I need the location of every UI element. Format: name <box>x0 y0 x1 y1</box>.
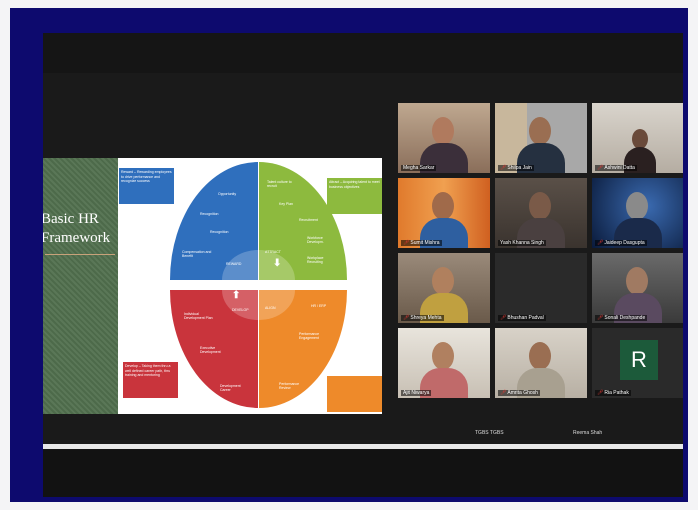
down-arrow-icon: ⬇ <box>273 258 282 269</box>
person-head <box>632 129 648 149</box>
quad-text: Recruitment <box>299 218 318 222</box>
avatar: R <box>620 340 658 380</box>
quad-text: Individual Development Plan <box>184 312 213 320</box>
quad-text: Opportunity <box>218 192 237 196</box>
participant-name: 🎤︎Sumit Mishra <box>401 240 442 246</box>
inner-ring <box>222 250 258 280</box>
quadrant-reward: Opportunity Recognition Recognition Comp… <box>170 162 258 280</box>
quad-text: Performance Review <box>279 382 300 390</box>
participant-name: 🎤︎Sonali Deshpande <box>595 315 648 321</box>
person-head <box>529 192 551 220</box>
bottom-band <box>43 449 683 497</box>
participant-tile[interactable]: 🎤︎Amrita Ghosh <box>495 328 587 398</box>
callout-develop: Develop – Taking them thru a well define… <box>123 362 178 398</box>
slide-title-line-1: Basic HR <box>43 211 99 227</box>
participant-name: 🎤︎Ria Pathak <box>595 390 631 396</box>
participant-tile[interactable]: 🎤︎Sumit Mishra <box>398 178 490 248</box>
quad-text: Key Plan <box>279 202 294 206</box>
quad-text: Recognition <box>210 230 229 234</box>
meeting-window: Basic HR Framework Opportunity Recogniti… <box>43 33 683 497</box>
mic-muted-icon: 🎤︎ <box>597 165 604 171</box>
up-arrow-icon: ⬆ <box>232 290 241 301</box>
quad-text: Workplace Recruiting <box>307 256 324 264</box>
quad-text: Talent culture to recruit <box>267 180 292 188</box>
person-head <box>626 267 648 295</box>
callout-attract: Attract – Acquiring talent to meet busin… <box>327 178 382 214</box>
participant-tile[interactable]: Megha Sarkar <box>398 103 490 173</box>
bottom-participant-name: Reema Shah <box>573 430 603 436</box>
participant-name: 🎤︎Amrita Ghosh <box>498 390 540 396</box>
quadrant-develop: Individual Development Plan Executive De… <box>170 290 258 408</box>
quad-text: Recognition <box>200 212 219 216</box>
inner-ring <box>259 290 295 320</box>
mic-muted-icon: 🎤︎ <box>597 240 604 246</box>
quad-text: Executive Development <box>200 346 221 354</box>
person-head <box>432 342 454 370</box>
person-head <box>626 192 648 220</box>
quad-text: Performance Engagement <box>299 332 320 340</box>
participant-name: 🎤︎Ashwini Datta <box>595 165 637 171</box>
callout-align <box>327 376 382 412</box>
mic-muted-icon: 🎤︎ <box>500 390 507 396</box>
participant-name: 🎤︎Jaideep Dasgupta <box>595 240 647 246</box>
quad-text: Compensation and Benefit <box>182 250 212 258</box>
mic-muted-icon: 🎤︎ <box>597 315 604 321</box>
participant-tile[interactable]: Yash Khanna Singh <box>495 178 587 248</box>
outer-border: Basic HR Framework Opportunity Recogniti… <box>10 8 688 502</box>
person-head <box>529 342 551 370</box>
quad-text: HR / ERP <box>311 304 327 308</box>
callout-reward: Reward – Rewarding employees to drive pe… <box>119 168 174 204</box>
person-head <box>432 267 454 295</box>
participant-tile[interactable]: 🎤︎Sonali Deshpande <box>592 253 683 323</box>
slide-title: Basic HR Framework <box>43 210 121 248</box>
mic-muted-icon: 🎤︎ <box>597 390 604 396</box>
bottom-participant-name: TGBS TGBS <box>475 430 504 436</box>
participant-name: 🎤︎Shreya Mehta <box>401 315 444 321</box>
participant-tile[interactable]: Ajit Niwarya <box>398 328 490 398</box>
mic-muted-icon: 🎤︎ <box>500 165 507 171</box>
quad-text: Development Career <box>220 384 241 392</box>
mic-muted-icon: 🎤︎ <box>500 315 507 321</box>
participant-name: Megha Sarkar <box>401 165 437 171</box>
person-head <box>432 117 454 145</box>
slide-title-line-2: Framework <box>43 230 111 246</box>
slide-title-panel: Basic HR Framework <box>43 158 118 414</box>
participant-tile[interactable]: 🎤︎Ashwini Datta <box>592 103 683 173</box>
participant-tile[interactable]: 🎤︎Bhushan Padval <box>495 253 587 323</box>
participant-name: 🎤︎Shilpa Jain <box>498 165 534 171</box>
participant-tile[interactable]: R 🎤︎Ria Pathak <box>592 328 683 398</box>
shared-slide: Basic HR Framework Opportunity Recogniti… <box>43 158 382 414</box>
slide-title-underline <box>45 254 115 255</box>
person-head <box>432 192 454 220</box>
top-band <box>43 33 683 73</box>
participant-tile[interactable]: 🎤︎Shreya Mehta <box>398 253 490 323</box>
mic-muted-icon: 🎤︎ <box>403 240 410 246</box>
person-head <box>529 117 551 145</box>
mic-muted-icon: 🎤︎ <box>403 315 410 321</box>
participant-name: Ajit Niwarya <box>401 390 432 396</box>
participant-tile[interactable]: 🎤︎Jaideep Dasgupta <box>592 178 683 248</box>
participant-tile[interactable]: 🎤︎Shilpa Jain <box>495 103 587 173</box>
participant-name: 🎤︎Bhushan Padval <box>498 315 546 321</box>
participant-name: Yash Khanna Singh <box>498 240 546 246</box>
quad-text: Workforce Developm. <box>307 236 324 244</box>
